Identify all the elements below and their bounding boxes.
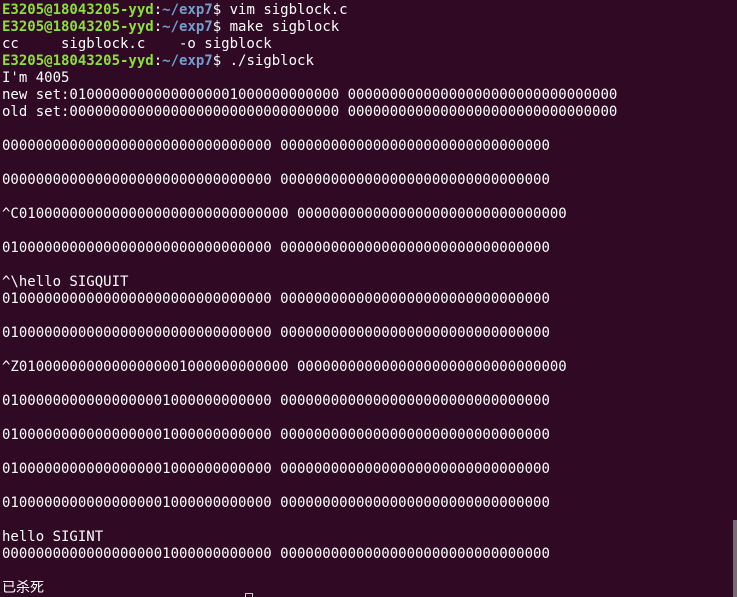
output-line: 01000000000000000001000000000000 0000000… <box>2 461 550 477</box>
command-text: ./sigblock <box>221 53 314 69</box>
output-line: ^\hello SIGQUIT <box>2 274 129 290</box>
output-line: hello SIGINT <box>2 529 104 545</box>
prompt-dollar: $ <box>212 53 222 69</box>
output-line: 01000000000000000000000000000000 0000000… <box>2 325 550 341</box>
prompt-path: ~/exp7 <box>162 19 213 35</box>
output-line: 00000000000000000000000000000000 0000000… <box>2 172 550 188</box>
output-line: new set:01000000000000000001000000000000… <box>2 87 618 103</box>
output-line: 已杀死 <box>2 580 44 596</box>
output-line: cc sigblock.c -o sigblock <box>2 36 272 52</box>
prompt-line: E3205@18043205-yyd:~/exp7$ make sigblock <box>2 19 737 36</box>
output-line: 00000000000000000001000000000000 0000000… <box>2 546 550 562</box>
output-line: ^Z01000000000000000001000000000000 00000… <box>2 359 567 375</box>
prompt-user: E3205@18043205-yyd <box>2 19 154 35</box>
prompt-path: ~/exp7 <box>162 53 213 69</box>
prompt-user: E3205@18043205-yyd <box>2 2 154 18</box>
terminal-window[interactable]: E3205@18043205-yyd:~/exp7$ vim sigblock.… <box>0 0 737 597</box>
output-line: old set:00000000000000000000000000000000… <box>2 104 618 120</box>
prompt-user: E3205@18043205-yyd <box>2 53 154 69</box>
prompt-line: E3205@18043205-yyd:~/exp7$ vim sigblock.… <box>2 2 737 19</box>
text-cursor <box>245 593 253 597</box>
output-line: 01000000000000000001000000000000 0000000… <box>2 427 550 443</box>
output-line: I'm 4005 <box>2 70 70 86</box>
command-text: vim sigblock.c <box>221 2 348 18</box>
output-line: ^C01000000000000000000000000000000 00000… <box>2 206 567 222</box>
command-text: make sigblock <box>221 19 340 35</box>
output-line: 01000000000000000001000000000000 0000000… <box>2 393 550 409</box>
output-line: 01000000000000000000000000000000 0000000… <box>2 240 550 256</box>
output-line: 01000000000000000001000000000000 0000000… <box>2 495 550 511</box>
prompt-separator: : <box>153 53 163 69</box>
prompt-dollar: $ <box>212 2 222 18</box>
prompt-dollar: $ <box>212 19 222 35</box>
prompt-path: ~/exp7 <box>162 2 213 18</box>
scrollbar-thumb[interactable] <box>733 520 737 597</box>
output-line: 00000000000000000000000000000000 0000000… <box>2 138 550 154</box>
prompt-separator: : <box>153 2 163 18</box>
prompt-separator: : <box>153 19 163 35</box>
prompt-line: E3205@18043205-yyd:~/exp7$ ./sigblock <box>2 53 737 70</box>
output-line: 01000000000000000000000000000000 0000000… <box>2 291 550 307</box>
terminal-output: E3205@18043205-yyd:~/exp7$ vim sigblock.… <box>2 2 737 597</box>
